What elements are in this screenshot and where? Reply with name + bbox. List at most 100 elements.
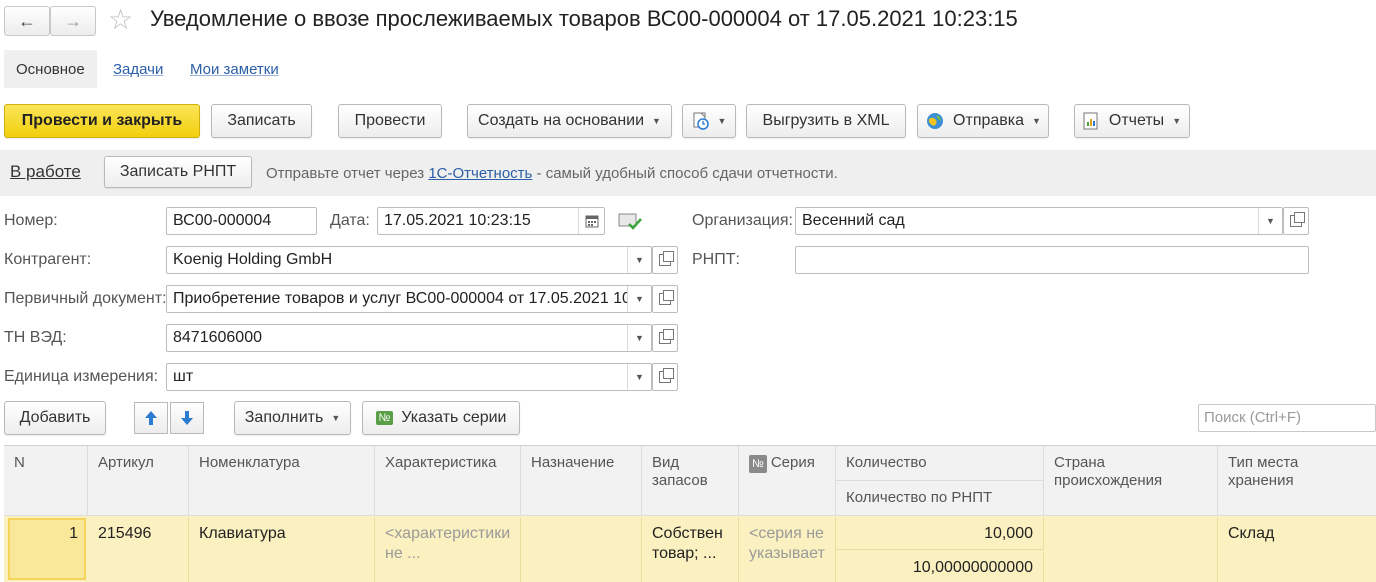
chevron-down-icon: ▼ bbox=[652, 116, 661, 126]
move-up-button[interactable] bbox=[134, 402, 168, 434]
column-header-quantity[interactable]: Количество bbox=[836, 446, 1044, 481]
posted-check-icon bbox=[618, 211, 642, 236]
arrow-down-icon bbox=[181, 411, 193, 425]
row-quantity-rnpt[interactable]: 10,00000000000 bbox=[836, 552, 1044, 582]
reporting-service-link[interactable]: 1С-Отчетность bbox=[428, 165, 532, 182]
chevron-down-icon: ▼ bbox=[331, 413, 341, 423]
chevron-down-icon[interactable]: ▼ bbox=[1258, 208, 1282, 234]
organization-value: Весенний сад bbox=[802, 212, 905, 229]
unit-label: Единица измерения: bbox=[4, 368, 159, 385]
chevron-down-icon[interactable]: ▼ bbox=[627, 325, 651, 351]
export-xml-button[interactable]: Выгрузить в XML bbox=[746, 104, 906, 138]
chevron-down-icon: ▼ bbox=[1032, 116, 1041, 126]
specify-series-label: Указать серии bbox=[401, 409, 507, 426]
save-button[interactable]: Записать bbox=[211, 104, 312, 138]
tnved-field[interactable]: 8471606000 ▼ bbox=[166, 324, 652, 352]
send-button[interactable]: Отправка ▼ bbox=[917, 104, 1049, 138]
counterparty-label: Контрагент: bbox=[4, 251, 92, 268]
move-down-button[interactable] bbox=[170, 402, 204, 434]
post-button[interactable]: Провести bbox=[338, 104, 442, 138]
fill-button[interactable]: Заполнить ▼ bbox=[234, 401, 351, 435]
open-icon bbox=[659, 251, 674, 266]
series-number-icon: № bbox=[749, 455, 767, 473]
open-primary-document-button[interactable] bbox=[652, 285, 678, 313]
column-header-purpose[interactable]: Назначение bbox=[521, 446, 642, 516]
post-and-close-button[interactable]: Провести и закрыть bbox=[4, 104, 200, 138]
number-value: ВС00-000004 bbox=[173, 212, 272, 229]
date-field[interactable]: 17.05.2021 10:23:15 bbox=[377, 207, 605, 235]
unit-field[interactable]: шт ▼ bbox=[166, 363, 652, 391]
row-stock-type[interactable]: Собствен товар; ... bbox=[642, 518, 739, 582]
attachments-button[interactable]: ▼ bbox=[682, 104, 736, 138]
column-header-series[interactable]: № Серия bbox=[739, 446, 836, 516]
row-nomenclature[interactable]: Клавиатура bbox=[189, 518, 375, 582]
column-header-characteristic[interactable]: Характеристика bbox=[375, 446, 521, 516]
open-unit-button[interactable] bbox=[652, 363, 678, 391]
reporting-hint: Отправьте отчет через 1С-Отчетность - са… bbox=[266, 165, 838, 182]
row-series[interactable]: <серия не указывает bbox=[739, 518, 836, 582]
back-button[interactable]: ← bbox=[4, 6, 50, 36]
send-label: Отправка bbox=[953, 112, 1025, 129]
row-storage-type[interactable]: Склад bbox=[1218, 518, 1376, 582]
primary-document-label: Первичный документ: bbox=[4, 290, 167, 307]
tab-tasks[interactable]: Задачи bbox=[101, 50, 175, 88]
open-organization-button[interactable] bbox=[1283, 207, 1309, 235]
primary-document-value: Приобретение товаров и услуг ВС00-000004… bbox=[173, 290, 627, 307]
arrow-up-icon bbox=[145, 411, 157, 425]
column-header-country[interactable]: Страна происхождения bbox=[1044, 446, 1218, 516]
document-clock-icon bbox=[693, 112, 709, 130]
column-header-storage-type[interactable]: Тип места хранения bbox=[1218, 446, 1376, 516]
row-characteristic[interactable]: <характеристики не ... bbox=[375, 518, 521, 582]
series-number-icon: № bbox=[375, 411, 394, 425]
add-row-button[interactable]: Добавить bbox=[4, 401, 106, 435]
number-label: Номер: bbox=[4, 212, 58, 229]
row-purpose[interactable] bbox=[521, 518, 642, 582]
forward-button[interactable]: → bbox=[50, 6, 96, 36]
chevron-down-icon[interactable]: ▼ bbox=[627, 247, 651, 273]
open-icon bbox=[659, 329, 674, 344]
calendar-icon[interactable] bbox=[578, 208, 604, 234]
open-icon bbox=[1290, 212, 1305, 227]
primary-document-field[interactable]: Приобретение товаров и услуг ВС00-000004… bbox=[166, 285, 652, 313]
page-title: Уведомление о ввозе прослеживаемых товар… bbox=[150, 6, 1018, 31]
row-quantity[interactable]: 10,000 bbox=[836, 518, 1044, 550]
open-counterparty-button[interactable] bbox=[652, 246, 678, 274]
reports-button[interactable]: Отчеты ▼ bbox=[1074, 104, 1190, 138]
search-input[interactable]: Поиск (Ctrl+F) bbox=[1198, 404, 1376, 432]
star-icon[interactable]: ☆ bbox=[108, 4, 133, 36]
date-label: Дата: bbox=[330, 212, 370, 229]
specify-series-button[interactable]: № Указать серии bbox=[362, 401, 520, 435]
open-icon bbox=[659, 290, 674, 305]
column-header-n[interactable]: N bbox=[4, 446, 88, 516]
tab-my-notes[interactable]: Мои заметки bbox=[178, 50, 291, 88]
create-based-on-button[interactable]: Создать на основании ▼ bbox=[467, 104, 672, 138]
rnpt-field[interactable] bbox=[795, 246, 1309, 274]
counterparty-value: Koenig Holding GmbH bbox=[173, 251, 333, 268]
arrow-left-icon: ← bbox=[18, 10, 36, 31]
save-rnpt-button[interactable]: Записать РНПТ bbox=[104, 156, 252, 188]
row-article[interactable]: 215496 bbox=[88, 518, 189, 582]
column-header-nomenclature[interactable]: Номенклатура bbox=[189, 446, 375, 516]
column-header-article[interactable]: Артикул bbox=[88, 446, 189, 516]
row-country[interactable] bbox=[1044, 518, 1218, 582]
chevron-down-icon: ▼ bbox=[717, 116, 727, 126]
document-state-link[interactable]: В работе bbox=[10, 162, 81, 182]
chevron-down-icon: ▼ bbox=[1172, 116, 1182, 126]
column-header-stock-type[interactable]: Вид запасов bbox=[642, 446, 739, 516]
series-header-label: Серия bbox=[770, 454, 815, 471]
open-tnved-button[interactable] bbox=[652, 324, 678, 352]
organization-field[interactable]: Весенний сад ▼ bbox=[795, 207, 1283, 235]
report-icon bbox=[1083, 112, 1098, 130]
open-icon bbox=[659, 368, 674, 383]
date-value: 17.05.2021 10:23:15 bbox=[384, 212, 531, 229]
tnved-value: 8471606000 bbox=[173, 329, 262, 346]
counterparty-field[interactable]: Koenig Holding GmbH ▼ bbox=[166, 246, 652, 274]
number-field[interactable]: ВС00-000004 bbox=[166, 207, 317, 235]
chevron-down-icon[interactable]: ▼ bbox=[627, 286, 651, 312]
reports-label: Отчеты bbox=[1108, 112, 1165, 129]
row-number: 1 bbox=[69, 525, 78, 542]
column-header-quantity-rnpt[interactable]: Количество по РНПТ bbox=[836, 481, 1044, 516]
hint-prefix: Отправьте отчет через bbox=[266, 165, 429, 182]
tab-main[interactable]: Основное bbox=[4, 50, 97, 88]
chevron-down-icon[interactable]: ▼ bbox=[627, 364, 651, 390]
